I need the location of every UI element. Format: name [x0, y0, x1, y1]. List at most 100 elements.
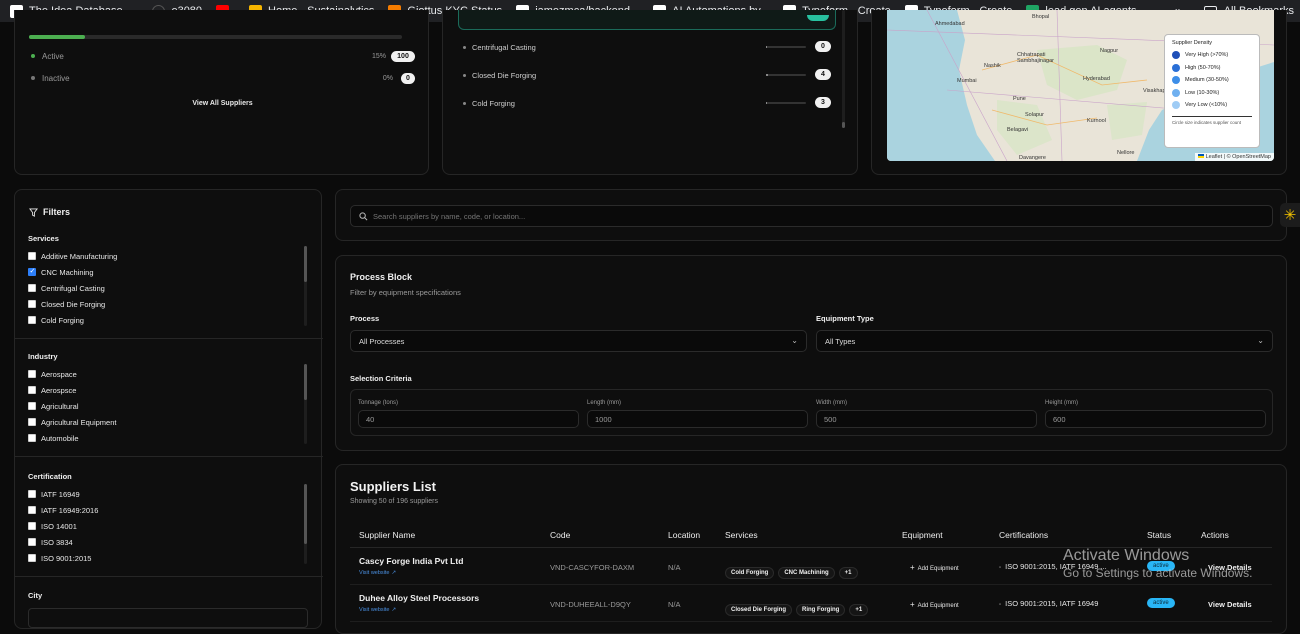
extension-sun-icon[interactable]: ✳ [1280, 203, 1300, 227]
view-all-suppliers-link[interactable]: View All Suppliers [15, 100, 430, 107]
column-header[interactable]: Certifications [999, 530, 1048, 540]
filter-option[interactable]: IATF 16949:2016 [28, 502, 98, 518]
search-box[interactable] [350, 205, 1273, 227]
process-select[interactable]: All Processes ⌄ [350, 330, 807, 352]
filter-checkbox[interactable] [28, 300, 36, 308]
process-block-card: Process Block Filter by equipment specif… [335, 255, 1287, 451]
filter-option[interactable]: ISO 14001 [28, 518, 77, 534]
legend-item: Low (10-30%) [1172, 87, 1252, 100]
filter-checkbox[interactable] [28, 554, 36, 562]
filter-option[interactable]: Cold Forging [28, 312, 84, 328]
filter-checkbox[interactable] [28, 284, 36, 292]
add-equipment-button[interactable]: + Add Equipment [910, 600, 959, 609]
service-bullet [463, 101, 466, 105]
legend-item: Very High (>70%) [1172, 49, 1252, 62]
active-label: Active [42, 51, 64, 61]
legend-label: Low (10-30%) [1185, 89, 1220, 96]
filter-option-label: ISO 9001:2015 [41, 553, 92, 563]
search-input[interactable] [373, 209, 1253, 223]
map-city-label: Davangere [1019, 155, 1046, 161]
map-city-label: Nagpur [1100, 48, 1119, 54]
city-filter-title: City [28, 591, 43, 600]
filter-checkbox[interactable] [28, 267, 36, 276]
filter-checkbox[interactable] [28, 506, 36, 514]
legend-item: High (50-70%) [1172, 62, 1252, 75]
column-header[interactable]: Services [725, 530, 758, 540]
active-dot [31, 54, 35, 58]
column-header[interactable]: Supplier Name [359, 530, 415, 540]
criteria-label: Length (mm) [587, 400, 622, 406]
map-card: Ahmedabad Bhopal Nashik Chhatrapati Sambhaj… [871, 10, 1287, 175]
criteria-input[interactable]: 600 [1045, 410, 1266, 428]
filter-option[interactable]: Additive Manufacturing [28, 248, 117, 264]
filter-option[interactable]: ISO 3834 [28, 534, 73, 550]
visit-website-link[interactable]: Visit website ↗ [359, 570, 396, 576]
filter-group-scrollbar[interactable] [304, 364, 307, 444]
column-header[interactable]: Code [550, 530, 570, 540]
filter-checkbox[interactable] [28, 434, 36, 442]
supplier-code: VND-CASCYFOR-DAXM [550, 563, 635, 572]
filter-group-scrollbar[interactable] [304, 246, 307, 326]
service-count-badge: 3 [815, 97, 831, 108]
supplier-location: N/A [668, 563, 681, 572]
legend-swatch [1172, 51, 1180, 60]
inactive-count-badge: 0 [401, 72, 415, 84]
filter-group-scrollbar-thumb[interactable] [304, 246, 307, 282]
supplier-name[interactable]: Duhee Alloy Steel Processors [359, 593, 479, 603]
filter-checkbox[interactable] [28, 402, 36, 410]
filter-checkbox[interactable] [28, 418, 36, 426]
filter-checkbox[interactable] [28, 522, 36, 530]
filter-option[interactable]: Automobile [28, 430, 79, 446]
filter-checkbox[interactable] [28, 252, 36, 260]
service-tag: CNC Machining [778, 567, 835, 579]
map-view[interactable]: Ahmedabad Bhopal Nashik Chhatrapati Sambhaj… [887, 10, 1274, 161]
service-row[interactable]: Cold Forging 3 [463, 97, 831, 109]
filter-option[interactable]: Aerospace [28, 366, 77, 382]
criteria-input[interactable]: 40 [358, 410, 579, 428]
filter-group-scrollbar[interactable] [304, 484, 307, 564]
criteria-input[interactable]: 500 [816, 410, 1037, 428]
column-header[interactable]: Actions [1201, 530, 1229, 540]
filter-checkbox[interactable] [28, 490, 36, 498]
equipment-type-select[interactable]: All Types ⌄ [816, 330, 1273, 352]
filter-option[interactable]: Closed Die Forging [28, 296, 105, 312]
criteria-label: Width (mm) [816, 400, 847, 406]
filter-option[interactable]: Aerospsce [28, 382, 76, 398]
criteria-input[interactable]: 1000 [587, 410, 808, 428]
filter-option[interactable]: CNC Machining [28, 264, 94, 280]
certificate-icon: ▫ [999, 565, 1002, 571]
filter-option[interactable]: Agricultural Equipment [28, 414, 116, 430]
filter-group-scrollbar-thumb[interactable] [304, 364, 307, 400]
column-header[interactable]: Equipment [902, 530, 943, 540]
services-scrollbar[interactable] [842, 10, 845, 128]
supplier-name[interactable]: Cascy Forge India Pvt Ltd [359, 556, 463, 566]
service-row[interactable]: Centrifugal Casting 0 [463, 41, 831, 53]
map-attribution[interactable]: Leaflet | © OpenStreetMap [1194, 153, 1274, 161]
filter-option[interactable]: ISO 9001:2015 [28, 550, 91, 566]
filter-checkbox[interactable] [28, 316, 36, 324]
filter-checkbox[interactable] [28, 538, 36, 546]
status-card: Active 15% 100 Inactive 0% 0 View All Su… [14, 10, 429, 175]
column-header[interactable]: Status [1147, 530, 1171, 540]
visit-website-link[interactable]: Visit website ↗ [359, 607, 396, 613]
selected-service-row[interactable] [458, 10, 836, 30]
filter-checkbox[interactable] [28, 370, 36, 378]
services-scrollbar-thumb[interactable] [842, 122, 845, 128]
filter-group-divider [15, 456, 323, 457]
inactive-label: Inactive [42, 73, 70, 83]
service-row[interactable]: Closed Die Forging 4 [463, 69, 831, 81]
column-header[interactable]: Location [668, 530, 700, 540]
service-bar-fill [766, 46, 767, 48]
city-select[interactable] [28, 608, 308, 628]
add-equipment-button[interactable]: + Add Equipment [910, 563, 959, 572]
filter-group-scrollbar-thumb[interactable] [304, 484, 307, 544]
map-legend: Supplier Density Very High (>70%) High (5… [1164, 34, 1260, 148]
filter-option[interactable]: Centrifugal Casting [28, 280, 105, 296]
filter-option[interactable]: IATF 16949 [28, 486, 80, 502]
view-details-button[interactable]: View Details [1208, 600, 1252, 609]
filter-option[interactable]: Agricultural [28, 398, 79, 414]
inactive-dot [31, 76, 35, 80]
active-progress-fill [29, 35, 85, 39]
filter-checkbox[interactable] [28, 386, 36, 394]
process-select-value: All Processes [359, 336, 405, 346]
